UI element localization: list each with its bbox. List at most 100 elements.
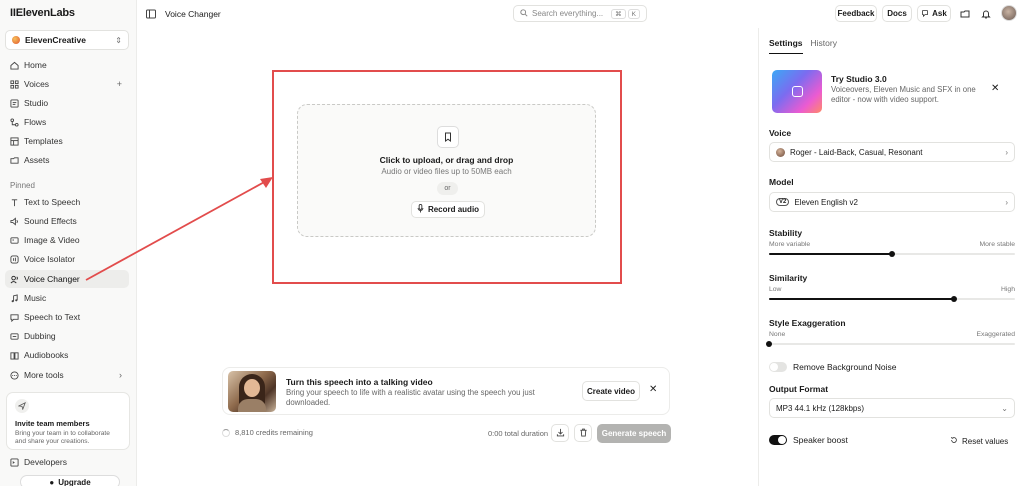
style-exaggeration-label: Style Exaggeration <box>769 318 846 328</box>
slider-handle[interactable] <box>766 341 772 347</box>
sidebar-item-more-tools[interactable]: More tools › <box>5 366 129 384</box>
ask-icon <box>921 9 929 19</box>
download-button[interactable] <box>551 424 569 442</box>
sidebar-item-voices[interactable]: Voices + <box>5 75 129 93</box>
banner-desc: Bring your speech to life with a realist… <box>286 388 535 407</box>
sidebar-item-label: Flows <box>24 117 47 127</box>
delete-button[interactable] <box>574 424 592 442</box>
feedback-button[interactable]: Feedback <box>835 5 877 22</box>
similarity-max: High <box>1001 286 1015 293</box>
slider-handle[interactable] <box>950 296 957 302</box>
speaker-boost-row: Speaker boost <box>769 435 848 445</box>
avatar-thumbnail <box>228 371 276 412</box>
sidebar-item-label: Text to Speech <box>24 197 81 207</box>
sidebar-item-label: Dubbing <box>24 331 56 341</box>
tab-history[interactable]: History <box>811 38 837 54</box>
developers-icon <box>10 457 19 467</box>
style-exaggeration-slider[interactable] <box>766 341 1015 347</box>
sidebar-item-label: Assets <box>24 155 50 165</box>
studio-desc: Voiceovers, Eleven Music and SFX in one … <box>831 85 976 104</box>
stability-label: Stability <box>769 228 803 238</box>
create-video-button[interactable]: Create video <box>582 381 640 401</box>
sidebar-item-label: Templates <box>24 136 63 146</box>
close-icon[interactable]: ✕ <box>991 83 999 94</box>
image-video-icon <box>10 236 19 245</box>
download-icon <box>556 428 565 439</box>
sidebar-item-developers[interactable]: Developers <box>5 453 129 471</box>
credits-ring-icon <box>222 428 230 437</box>
output-format-select[interactable]: MP3 44.1 kHz (128kbps) ⌄ <box>769 398 1015 418</box>
ask-button[interactable]: Ask <box>917 5 951 22</box>
workspace-switcher[interactable]: ElevenCreative ⇕ <box>5 30 129 50</box>
sidebar-item-studio[interactable]: Studio <box>5 94 129 112</box>
logo[interactable]: IIElevenLabs <box>10 7 75 19</box>
user-avatar[interactable] <box>1001 5 1017 21</box>
style-range-labels: None Exaggerated <box>769 331 1015 338</box>
studio-promo-card[interactable]: Try Studio 3.0 Voiceovers, Eleven Music … <box>769 68 1015 115</box>
output-format-label: Output Format <box>769 384 829 394</box>
record-audio-button[interactable]: Record audio <box>411 201 485 218</box>
studio-thumbnail <box>772 70 822 113</box>
send-icon <box>15 399 29 413</box>
model-select[interactable]: V2 Eleven English v2 › <box>769 192 1015 212</box>
page-title: Voice Changer <box>165 9 221 19</box>
or-divider: or <box>437 182 458 195</box>
sidebar-item-templates[interactable]: Templates <box>5 132 129 150</box>
speaker-boost-label: Speaker boost <box>793 435 848 445</box>
sidebar-item-dubbing[interactable]: Dubbing <box>5 327 129 345</box>
docs-button[interactable]: Docs <box>882 5 912 22</box>
slider-handle[interactable] <box>889 251 895 257</box>
stability-min: More variable <box>769 241 811 248</box>
output-format-value: MP3 44.1 kHz (128kbps) <box>776 403 865 413</box>
upload-icon <box>437 126 459 148</box>
sidebar-item-assets[interactable]: Assets <box>5 151 129 169</box>
trash-icon <box>579 428 588 439</box>
reset-values-button[interactable]: Reset values <box>950 436 1008 446</box>
studio-title: Try Studio 3.0 <box>831 74 887 84</box>
remove-noise-row: Remove Background Noise <box>769 362 896 372</box>
sidebar-item-label: Audiobooks <box>24 350 69 360</box>
sidebar-item-music[interactable]: Music <box>5 289 129 307</box>
voice-select[interactable]: Roger - Laid-Back, Casual, Resonant › <box>769 142 1015 162</box>
sound-effects-icon <box>10 216 19 226</box>
sidebar-item-flows[interactable]: Flows <box>5 113 129 131</box>
stability-range-labels: More variable More stable <box>769 241 1015 248</box>
sidebar-item-label: Speech to Text <box>24 312 81 322</box>
chevron-right-icon: › <box>119 370 122 380</box>
tab-settings[interactable]: Settings <box>769 38 803 54</box>
sidebar-item-label: Voice Isolator <box>24 254 76 264</box>
sidebar-item-audiobooks[interactable]: Audiobooks <box>5 346 129 364</box>
remove-noise-toggle[interactable] <box>769 362 787 372</box>
search-input[interactable]: Search everything... ⌘ K <box>513 5 647 22</box>
folder-icon[interactable] <box>960 9 970 21</box>
reset-icon <box>950 436 958 446</box>
workspace-name: ElevenCreative <box>25 35 86 45</box>
add-voice-icon[interactable]: + <box>117 79 122 89</box>
sidebar-item-label: Image & Video <box>24 235 80 245</box>
generate-speech-button[interactable]: Generate speech <box>597 424 671 443</box>
talking-video-banner: Turn this speech into a talking video Br… <box>222 367 670 415</box>
templates-icon <box>10 136 19 146</box>
sidebar-toggle-icon[interactable] <box>146 9 156 21</box>
sidebar-item-home[interactable]: Home <box>5 56 129 74</box>
sidebar-item-label: Voice Changer <box>24 274 80 284</box>
search-icon <box>520 8 528 19</box>
similarity-slider[interactable] <box>769 296 1015 302</box>
upload-dropzone[interactable]: Click to upload, or drag and drop Audio … <box>297 104 596 237</box>
bell-icon[interactable] <box>981 9 991 21</box>
speech-to-text-icon <box>10 313 19 322</box>
voice-label: Voice <box>769 128 792 138</box>
upgrade-label: Upgrade <box>58 477 91 486</box>
upgrade-button[interactable]: ● Upgrade <box>20 475 120 486</box>
stability-slider[interactable] <box>769 251 1015 257</box>
invite-card[interactable]: Invite team members Bring your team in t… <box>6 392 130 450</box>
search-placeholder: Search everything... <box>532 9 604 18</box>
kbd-k: K <box>627 8 640 19</box>
audiobooks-icon <box>10 351 19 360</box>
microphone-icon <box>417 204 424 215</box>
sidebar-item-speech-to-text[interactable]: Speech to Text <box>5 308 129 326</box>
chevron-right-icon: › <box>1005 197 1008 207</box>
speaker-boost-toggle[interactable] <box>769 435 787 445</box>
credits-remaining: 8,810 credits remaining <box>222 428 313 437</box>
close-icon[interactable]: ✕ <box>649 384 657 395</box>
